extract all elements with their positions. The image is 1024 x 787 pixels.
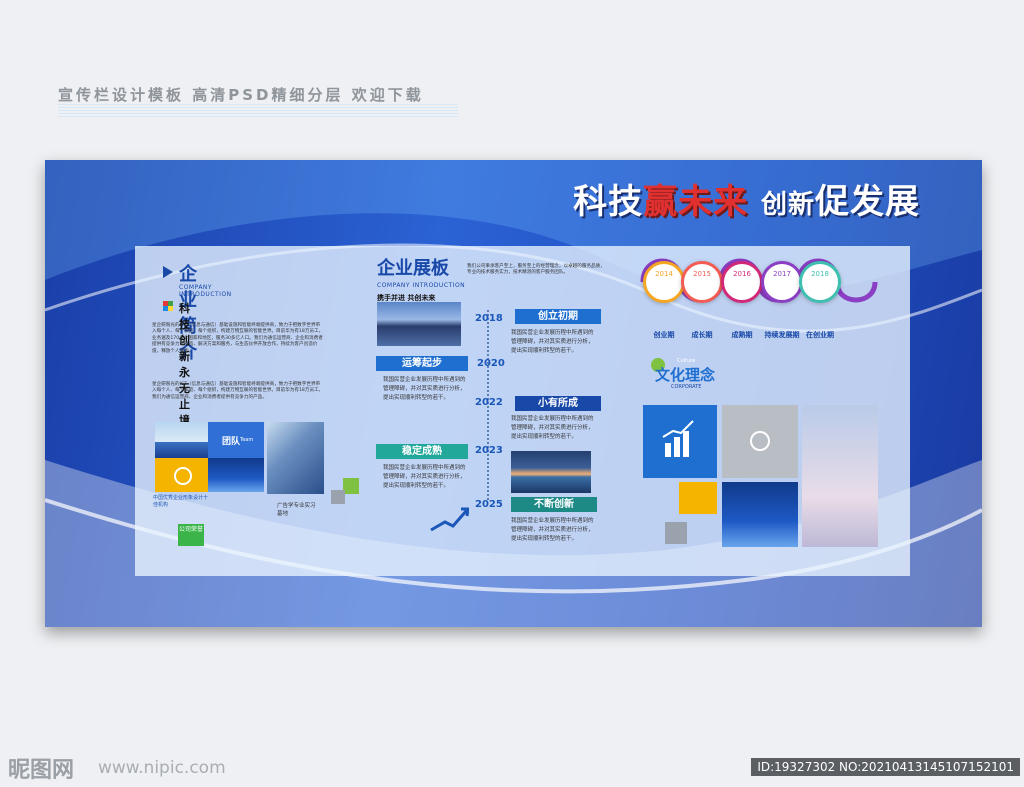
edu-text: 广告学专业实习基地 — [277, 503, 316, 517]
intro-body-2: 星企研限光的ICT（信息与通信）基础设施和智能终端提供商，致力于把数字世界带入每… — [152, 382, 324, 400]
timeline-year-4: 2017 — [773, 270, 791, 278]
slogan: 科技赢未来 创新促发展 — [573, 174, 920, 223]
tower-image — [802, 405, 878, 547]
intro-tagline: 科技创新 永无止境 — [179, 302, 190, 427]
growth-arrow-icon — [429, 506, 470, 532]
milestone-label-4: 稳定成熟 — [376, 444, 468, 459]
green-square — [343, 478, 359, 494]
exhibit-intro: 我们公司秉承客户至上，服务至上的经营理念，以卓越的服务品质，专业的技术服务实力，… — [467, 264, 605, 276]
site-url[interactable]: www.nipic.com — [98, 758, 226, 778]
intro-body: 星企研限光的ICT（信息与通信）基础设施和智能终端提供商，致力于把数字世界带入每… — [152, 323, 324, 354]
heart-tile — [155, 458, 208, 492]
culture-corporate: CORPORATE — [671, 384, 702, 390]
timeline-node-3: 2016 — [721, 261, 763, 303]
heart-icon — [174, 467, 192, 485]
image-id: ID:19327302 NO:20210413145107152101 — [751, 758, 1020, 776]
sunset-sailboat-image — [511, 451, 591, 493]
chart-tile — [643, 405, 717, 478]
timeline-year-1: 2014 — [655, 270, 673, 278]
city-image — [155, 422, 208, 458]
timeline-year-5: 2018 — [811, 270, 829, 278]
milestone-year-4: 2023 — [475, 445, 503, 456]
honor-text: 中国优秀企业形象设计十佳机构 — [153, 495, 209, 508]
milestone-label-3: 小有所成 — [515, 396, 601, 411]
display-board: 科技赢未来 创新促发展 企业简介 COMPANY INTRODUCTION 科技… — [45, 160, 982, 627]
team-label: 团队 — [222, 437, 241, 447]
slogan-part-4: 促发展 — [815, 182, 920, 222]
honor-badge: 公司荣誉 — [178, 524, 204, 546]
milestone-year-1: 2018 — [475, 313, 503, 324]
timeline-node-4: 2017 — [761, 261, 803, 303]
exhibit-section: 企业展板 COMPANY INTRODUCTION 携手并进 共创未来 — [377, 254, 465, 303]
milestone-text-1: 我国民营企业发展历程中所遇到的管理障碍，并对其实质进行分析，提出实现顺利转型的若… — [511, 330, 594, 354]
timeline-year-3: 2016 — [733, 270, 751, 278]
milestone-text-4: 我国民营企业发展历程中所遇到的管理障碍，并对其实质进行分析，提出实现顺利转型的若… — [383, 465, 466, 489]
color-grid-icon — [163, 301, 173, 311]
yellow-square — [679, 482, 717, 514]
milestone-year-5: 2025 — [475, 499, 503, 510]
slogan-part-1: 科技 — [573, 182, 644, 222]
skyline-image — [722, 482, 798, 547]
intro-subtitle: COMPANY INTRODUCTION — [179, 284, 232, 298]
milestone-text-3: 我国民营企业发展历程中所遇到的管理障碍，并对其实质进行分析，提出实现顺利转型的若… — [511, 416, 594, 440]
timeline-node-2: 2015 — [681, 261, 723, 303]
timeline-node-5: 2018 — [799, 261, 841, 303]
exhibit-subtitle: COMPANY INTRODUCTION — [377, 282, 466, 289]
milestone-text-2: 我国民营企业发展历程中所遇到的管理障碍，并对其实质进行分析，提出实现顺利转型的若… — [383, 377, 466, 401]
milestone-year-3: 2022 — [475, 397, 503, 408]
site-logo: 昵图网 — [8, 757, 75, 783]
milestone-year-2: 2020 — [477, 358, 505, 369]
caption-decor-lines — [58, 104, 458, 118]
gray-square-2 — [665, 522, 687, 544]
arrow-tile — [722, 405, 798, 478]
slogan-part-3: 创新 — [760, 190, 815, 220]
milestone-label-1: 创立初期 — [515, 309, 601, 324]
slogan-part-2: 赢未来 — [643, 182, 749, 222]
bar-chart-icon — [662, 420, 694, 457]
milestone-label-5: 不断创新 — [511, 497, 597, 512]
back-arrow-icon — [750, 431, 770, 451]
gray-square — [331, 490, 345, 504]
building-image — [267, 422, 324, 494]
timeline-node-1: 2014 — [643, 261, 685, 303]
lake-city-image — [377, 302, 461, 346]
milestone-text-5: 我国民营企业发展历程中所遇到的管理障碍，并对其实质进行分析，提出实现顺利转型的若… — [511, 518, 594, 542]
milestone-label-2: 运筹起步 — [376, 356, 468, 371]
night-image — [208, 458, 264, 492]
exhibit-title: 企业展板 — [377, 258, 449, 279]
timeline-year-2: 2015 — [693, 270, 711, 278]
culture-title: 文化理念 — [655, 366, 716, 384]
timeline-label-5: 在创业期 — [806, 331, 834, 339]
team-tile: 团队 Team — [208, 422, 264, 458]
top-caption: 宣传栏设计模板 高清PSD精细分层 欢迎下载 — [58, 86, 424, 104]
team-sub: Team — [240, 437, 254, 443]
culture-small-en: Culture — [677, 358, 696, 364]
arrow-icon — [163, 266, 173, 278]
